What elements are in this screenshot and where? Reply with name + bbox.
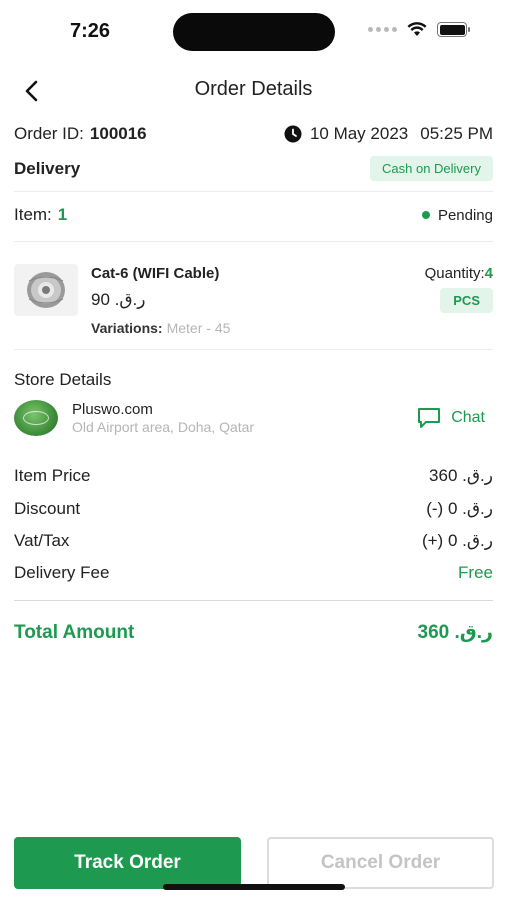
clock-icon <box>284 125 302 143</box>
dynamic-island <box>173 13 335 51</box>
cable-reel-icon <box>27 272 65 308</box>
delivery-fee-label: Delivery Fee <box>14 563 110 582</box>
discount-label: Discount <box>14 499 81 518</box>
store-section-title: Store Details <box>14 370 112 389</box>
divider <box>14 600 493 601</box>
delivery-row: Delivery Cash on Delivery <box>14 156 493 181</box>
status-badge: Pending <box>437 206 493 224</box>
total-amount-value: ر.ق. 360 <box>417 622 493 643</box>
chat-button[interactable]: Chat <box>417 407 485 429</box>
delivery-fee-value: Free <box>458 563 493 582</box>
discount-value: ر.ق. 0 (-) <box>426 499 493 518</box>
vat-value: ر.ق. 0 (+) <box>421 531 493 550</box>
battery-icon <box>437 22 470 37</box>
quantity-value: 4 <box>484 265 493 282</box>
order-datetime: 10 May 2023 05:25 PM <box>284 124 493 144</box>
divider <box>14 241 493 242</box>
order-status: Pending <box>421 206 493 224</box>
store-logo <box>14 400 58 436</box>
total-amount-label: Total Amount <box>14 621 135 643</box>
page-title: Order Details <box>194 78 313 100</box>
discount-row: Discount ر.ق. 0 (-) <box>14 499 493 519</box>
chat-bubble-icon <box>418 408 441 428</box>
vat-label: Vat/Tax <box>14 531 70 550</box>
item-count-value: 1 <box>57 205 68 224</box>
wifi-icon <box>407 22 427 36</box>
product-quantity: Quantity:4 <box>425 265 493 282</box>
status-time: 7:26 <box>70 20 111 42</box>
cellular-signal-icon <box>368 27 397 32</box>
store-name[interactable]: Pluswo.com <box>72 401 153 418</box>
product-name: Cat-6 (WIFI Cable) <box>91 265 220 282</box>
quantity-label: Quantity: <box>424 265 485 282</box>
product-variations: Variations: Meter - 45 <box>91 320 230 336</box>
status-bar: 7:26 <box>0 0 507 62</box>
product-image[interactable] <box>14 264 78 316</box>
order-id-row: Order ID: 100016 10 May 2023 05:25 PM <box>14 124 493 144</box>
nav-bar: Order Details <box>0 68 507 112</box>
divider <box>14 349 493 350</box>
vat-row: Vat/Tax ر.ق. 0 (+) <box>14 531 493 551</box>
delivery-type: Delivery <box>14 158 81 178</box>
chat-label: Chat <box>451 409 485 426</box>
item-price-row: Item Price ر.ق. 360 <box>14 466 493 486</box>
status-icons <box>368 22 470 37</box>
order-id-label: Order ID: <box>14 124 84 143</box>
track-order-button[interactable]: Track Order <box>14 837 241 889</box>
cancel-order-button[interactable]: Cancel Order <box>267 837 494 889</box>
item-count: Item: 1 <box>14 205 67 225</box>
order-id-value: 100016 <box>89 124 147 143</box>
delivery-fee-row: Delivery Fee Free <box>14 563 493 583</box>
unit-badge: PCS <box>440 288 493 313</box>
item-price-label: Item Price <box>14 466 91 485</box>
status-dot-icon <box>421 211 430 219</box>
order-time: 05:25 PM <box>420 124 493 143</box>
variations-value: Meter - 45 <box>166 320 231 336</box>
payment-method-badge: Cash on Delivery <box>370 156 493 181</box>
store-address: Old Airport area, Doha, Qatar <box>72 419 255 435</box>
variations-label: Variations: <box>91 320 163 336</box>
product-price: ر.ق. 90 <box>91 290 146 309</box>
order-id: Order ID: 100016 <box>14 124 147 144</box>
total-row: Total Amount ر.ق. 360 <box>14 621 493 644</box>
item-count-label: Item: <box>14 205 52 224</box>
divider <box>14 191 493 192</box>
home-indicator[interactable] <box>163 884 345 890</box>
item-price-value: ر.ق. 360 <box>429 466 493 485</box>
order-date: 10 May 2023 <box>309 124 409 143</box>
item-status-row: Item: 1 Pending <box>14 205 493 225</box>
